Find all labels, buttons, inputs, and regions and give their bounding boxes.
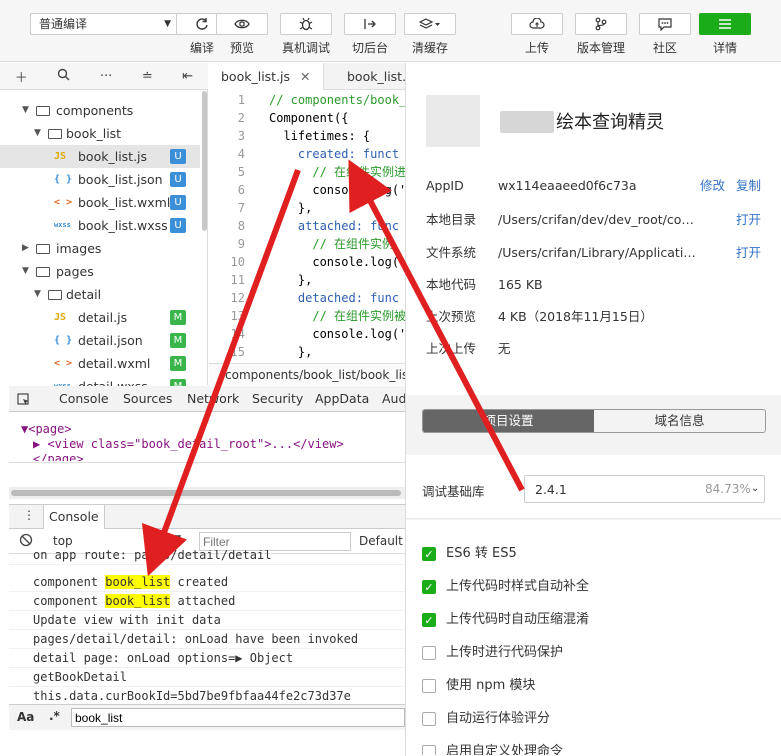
red-arrow-lib-to-code [348, 159, 525, 492]
annotation-arrows [141, 159, 525, 577]
red-arrow-code-to-console [141, 168, 301, 577]
